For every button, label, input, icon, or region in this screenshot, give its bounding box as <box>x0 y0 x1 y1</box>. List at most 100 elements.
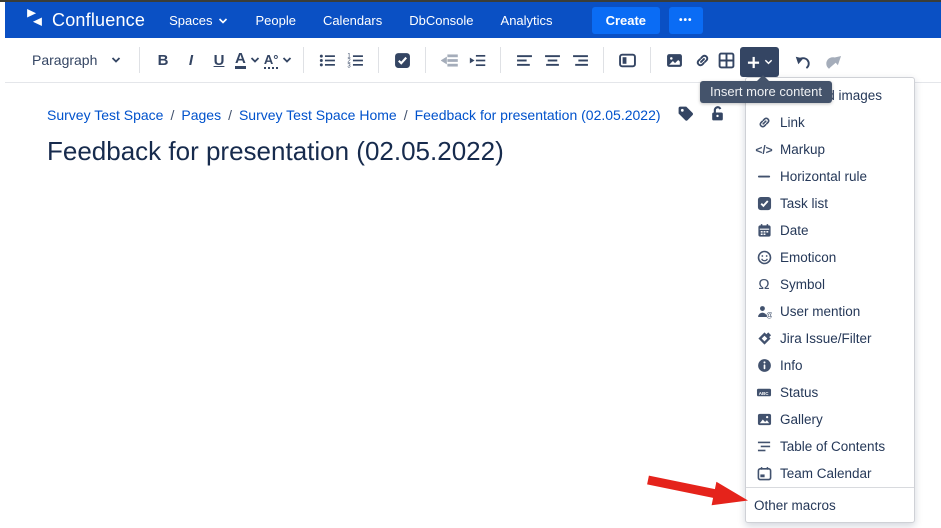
menu-item-label: Table of Contents <box>780 439 885 454</box>
menu-item-table-of-contents[interactable]: Table of Contents <box>746 433 914 460</box>
brand-name: Confluence <box>52 10 145 31</box>
insert-more-content-tooltip: Insert more content <box>700 81 832 103</box>
chevron-down-icon <box>764 58 773 66</box>
menu-item-label: User mention <box>780 304 860 319</box>
nav-spaces[interactable]: Spaces <box>169 13 228 28</box>
align-right-button[interactable] <box>568 45 592 75</box>
more-formatting-dropdown[interactable]: A° <box>264 45 293 75</box>
create-button[interactable]: Create <box>592 7 660 34</box>
menu-item-label: Task list <box>780 196 828 211</box>
paragraph-style-dropdown[interactable]: Paragraph <box>32 45 128 75</box>
menu-item-jira[interactable]: Jira Issue/Filter <box>746 325 914 352</box>
menu-item-team-calendar[interactable]: Team Calendar <box>746 460 914 487</box>
markup-icon: </> <box>756 142 772 158</box>
toolbar-separator <box>603 47 604 73</box>
indent-button[interactable] <box>465 45 489 75</box>
top-navbar: Confluence Spaces People Calendars DbCon… <box>5 2 941 38</box>
menu-item-label: Status <box>780 385 818 400</box>
navbar-more-button[interactable]: ••• <box>669 7 703 34</box>
italic-button[interactable]: I <box>179 45 203 75</box>
breadcrumb-link-current-page[interactable]: Feedback for presentation (02.05.2022) <box>415 107 661 123</box>
nav-people[interactable]: People <box>255 13 295 28</box>
chevron-down-icon <box>218 13 228 28</box>
menu-item-label: Symbol <box>780 277 825 292</box>
breadcrumb-separator: / <box>228 107 232 123</box>
menu-item-user-mention[interactable]: @ User mention <box>746 298 914 325</box>
nav-calendars[interactable]: Calendars <box>323 13 382 28</box>
date-icon <box>756 223 772 239</box>
menu-item-task-list[interactable]: Task list <box>746 190 914 217</box>
menu-item-label: Date <box>780 223 809 238</box>
insert-more-content-button[interactable] <box>740 47 779 77</box>
align-center-button[interactable] <box>540 45 564 75</box>
nav-analytics[interactable]: Analytics <box>501 13 553 28</box>
text-color-dropdown[interactable]: A <box>235 45 260 75</box>
team-calendar-icon <box>756 466 772 482</box>
task-list-button[interactable] <box>390 45 414 75</box>
insert-image-button[interactable] <box>662 45 686 75</box>
menu-item-label: Markup <box>780 142 825 157</box>
menu-item-emoticon[interactable]: Emoticon <box>746 244 914 271</box>
bullet-list-button[interactable] <box>315 45 339 75</box>
tooltip-text: Insert more content <box>710 84 822 99</box>
labels-tag-icon[interactable] <box>677 105 694 125</box>
gallery-icon <box>756 412 772 428</box>
menu-item-label: Info <box>780 358 803 373</box>
breadcrumb-link-space[interactable]: Survey Test Space <box>47 107 163 123</box>
confluence-logo[interactable]: Confluence <box>25 8 145 32</box>
menu-item-markup[interactable]: </> Markup <box>746 136 914 163</box>
svg-text:3: 3 <box>347 63 351 68</box>
svg-text:@: @ <box>766 313 772 320</box>
toolbar-separator <box>425 47 426 73</box>
menu-item-label: Gallery <box>780 412 823 427</box>
breadcrumb-separator: / <box>170 107 174 123</box>
menu-item-label: Link <box>780 115 805 130</box>
menu-item-label: Jira Issue/Filter <box>780 331 872 346</box>
chevron-down-icon <box>111 56 121 64</box>
svg-text:ABC: ABC <box>759 391 769 396</box>
toc-icon <box>756 439 772 455</box>
task-list-icon <box>756 196 772 212</box>
outdent-button[interactable] <box>437 45 461 75</box>
page-layout-button[interactable] <box>615 45 639 75</box>
tooltip-caret <box>757 75 769 81</box>
redo-button[interactable] <box>821 47 845 77</box>
underline-button[interactable]: U <box>207 45 231 75</box>
toolbar-separator <box>650 47 651 73</box>
status-icon: ABC <box>756 385 772 401</box>
toolbar-separator <box>378 47 379 73</box>
breadcrumb-link-space-home[interactable]: Survey Test Space Home <box>239 107 397 123</box>
toolbar-separator <box>303 47 304 73</box>
page-title[interactable]: Feedback for presentation (02.05.2022) <box>47 136 504 167</box>
menu-item-date[interactable]: Date <box>746 217 914 244</box>
menu-item-label: Horizontal rule <box>780 169 867 184</box>
confluence-window: Confluence Spaces People Calendars DbCon… <box>0 0 941 528</box>
menu-item-horizontal-rule[interactable]: Horizontal rule <box>746 163 914 190</box>
confluence-logo-icon <box>25 8 44 32</box>
user-mention-icon: @ <box>756 304 772 320</box>
nav-dbconsole[interactable]: DbConsole <box>409 13 473 28</box>
menu-item-link[interactable]: Link <box>746 109 914 136</box>
menu-item-other-macros[interactable]: Other macros <box>746 488 914 522</box>
menu-item-symbol[interactable]: Ω Symbol <box>746 271 914 298</box>
emoticon-icon <box>756 250 772 266</box>
menu-item-status[interactable]: ABC Status <box>746 379 914 406</box>
symbol-icon: Ω <box>756 277 772 293</box>
breadcrumb-separator: / <box>404 107 408 123</box>
bold-button[interactable]: B <box>151 45 175 75</box>
insert-link-button[interactable] <box>690 45 714 75</box>
breadcrumb-link-pages[interactable]: Pages <box>181 107 221 123</box>
breadcrumb: Survey Test Space / Pages / Survey Test … <box>47 105 726 125</box>
menu-item-info[interactable]: Info <box>746 352 914 379</box>
numbered-list-button[interactable]: 123 <box>343 45 367 75</box>
undo-button[interactable] <box>791 47 815 77</box>
horizontal-rule-icon <box>756 169 772 185</box>
plus-icon <box>747 56 760 69</box>
align-left-button[interactable] <box>512 45 536 75</box>
unlock-icon[interactable] <box>709 105 726 125</box>
insert-menu: Files and images Link </> Markup Horizon… <box>745 77 915 523</box>
jira-icon <box>756 331 772 347</box>
link-icon <box>756 115 772 131</box>
menu-item-gallery[interactable]: Gallery <box>746 406 914 433</box>
menu-item-label: Team Calendar <box>780 466 872 481</box>
